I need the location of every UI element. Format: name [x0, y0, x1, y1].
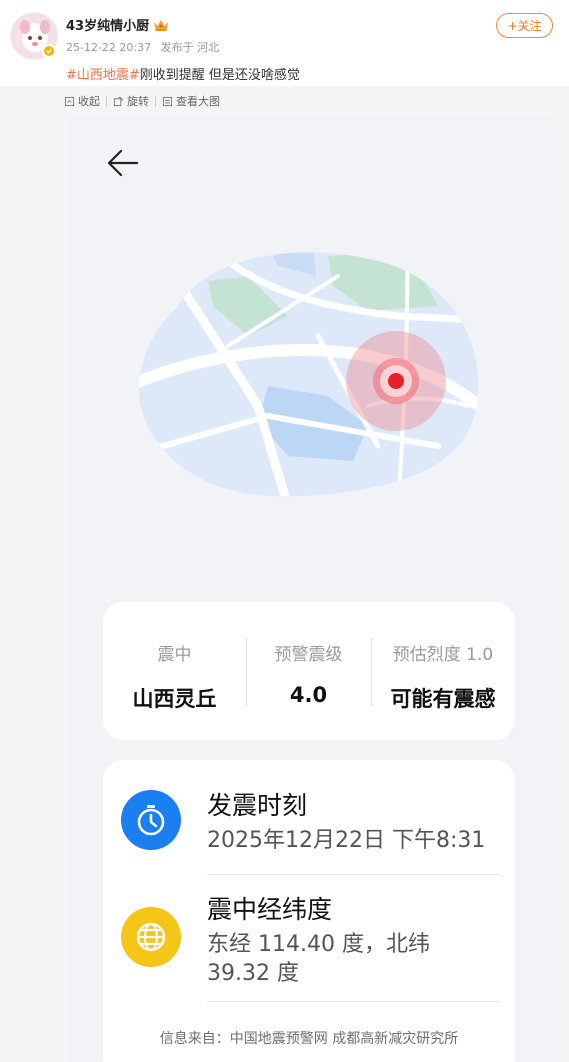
follow-button[interactable]: +关注 [496, 13, 553, 38]
coords-value-line2: 39.32 度 [207, 961, 299, 986]
map-illustration [138, 252, 479, 497]
post-date[interactable]: 25-12-22 20:37 [66, 41, 151, 54]
epicenter-value: 山西灵丘 [132, 687, 217, 711]
clock-icon [121, 790, 181, 850]
view-large-label: 查看大图 [176, 95, 220, 108]
view-large-button[interactable]: 查看大图 [162, 93, 220, 109]
summary-card: 震中 山西灵丘 预警震级 4.0 预估烈度 1.0 可能有震感 [103, 602, 515, 740]
image-toolbar: 收起 旋转 查看大图 [64, 92, 220, 110]
intensity-column: 预估烈度 1.0 可能有震感 [371, 602, 515, 740]
rotate-label: 旋转 [127, 95, 149, 108]
username-row: 43岁纯情小厨 [66, 15, 169, 34]
post-location: 发布于 河北 [160, 41, 220, 54]
time-value: 2025年12月22日 下午8:31 [207, 828, 486, 853]
toolbar-divider [155, 95, 156, 107]
earthquake-alert-screenshot[interactable]: 震中 山西灵丘 预警震级 4.0 预估烈度 1.0 可能有震感 发震时刻 202… [66, 116, 552, 1062]
collapse-icon [64, 96, 75, 106]
globe-icon [121, 907, 181, 967]
epicenter-label: 震中 [157, 645, 192, 665]
back-arrow-icon [107, 149, 139, 177]
verified-icon [42, 44, 56, 58]
view-large-icon [162, 96, 173, 106]
toolbar-divider [106, 95, 107, 107]
post-body: 刚收到提醒 但是还没啥感觉 [139, 68, 300, 83]
username[interactable]: 43岁纯情小厨 [66, 15, 149, 34]
collapse-label: 收起 [78, 95, 100, 108]
post-text: #山西地震#刚收到提醒 但是还没啥感觉 [66, 64, 300, 83]
detail-divider [207, 1001, 499, 1002]
intensity-label: 预估烈度 1.0 [392, 645, 494, 665]
detail-card: 发震时刻 2025年12月22日 下午8:31 震中经纬度 东经 114.40 … [103, 760, 515, 1062]
intensity-value: 可能有震感 [390, 687, 496, 711]
post-meta: 25-12-22 20:37 发布于 河北 [66, 39, 219, 55]
crown-icon [154, 19, 169, 31]
coords-title: 震中经纬度 [207, 895, 333, 924]
source-text: 信息来自：中国地震预警网 成都高新减灾研究所 [159, 1031, 459, 1047]
coords-value-line1: 东经 114.40 度，北纬 [207, 932, 430, 957]
epicenter-marker-icon [346, 331, 446, 431]
magnitude-label: 预警震级 [274, 645, 343, 665]
magnitude-value: 4.0 [289, 683, 328, 707]
rotate-icon [113, 96, 124, 106]
post-header: 43岁纯情小厨 25-12-22 20:37 发布于 河北 +关注 #山西地震#… [0, 0, 569, 86]
hashtag-link[interactable]: #山西地震# [66, 68, 140, 83]
detail-divider [207, 874, 499, 875]
collapse-button[interactable]: 收起 [64, 93, 100, 109]
time-title: 发震时刻 [207, 791, 308, 820]
epicenter-column: 震中 山西灵丘 [103, 602, 246, 740]
rotate-button[interactable]: 旋转 [113, 93, 149, 109]
coords-value: 东经 114.40 度，北纬 39.32 度 [207, 930, 430, 988]
magnitude-column: 预警震级 4.0 [246, 602, 371, 740]
